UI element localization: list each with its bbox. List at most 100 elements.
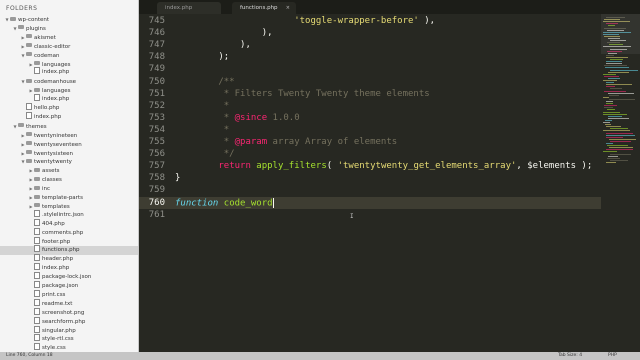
minimap-viewport[interactable]: [601, 14, 640, 54]
code-line[interactable]: );: [175, 52, 229, 62]
tab-size[interactable]: Tab Size: 4: [558, 352, 582, 360]
file-item[interactable]: index.php: [0, 111, 138, 122]
folder-item[interactable]: ▼ plugins: [0, 24, 138, 33]
folder-item[interactable]: ▶ templates: [0, 202, 138, 211]
code-line[interactable]: }: [175, 173, 180, 183]
file-icon: [26, 111, 32, 119]
file-icon: [34, 254, 40, 262]
tree-item-label: classes: [42, 177, 62, 184]
tree-item-label: twentysixteen: [34, 150, 73, 157]
file-item[interactable]: comments.php: [0, 227, 138, 238]
file-item[interactable]: functions.php: [0, 245, 138, 256]
minimap-line: [610, 128, 628, 130]
folder-item[interactable]: ▶ inc: [0, 184, 138, 193]
file-item[interactable]: readme.txt: [0, 298, 138, 309]
minimap-line: [606, 143, 613, 144]
file-item[interactable]: .stylelintrc.json: [0, 209, 138, 220]
folder-icon: [18, 123, 24, 128]
code-line[interactable]: *: [175, 125, 229, 135]
tree-item-label: index.php: [42, 96, 70, 103]
code-line[interactable]: * @param array Array of elements: [175, 137, 397, 147]
file-item[interactable]: package-lock.json: [0, 272, 138, 282]
tree-item-label: twentyseventeen: [34, 141, 82, 148]
code-token: array Array of elements: [267, 137, 398, 147]
code-line[interactable]: ),: [175, 40, 251, 50]
folder-item[interactable]: ▶ twentyseventeen: [0, 140, 138, 149]
tab-index-php[interactable]: index.php: [157, 2, 221, 14]
file-item[interactable]: header.php: [0, 254, 138, 264]
code-line[interactable]: */: [175, 149, 235, 159]
file-item[interactable]: footer.php: [0, 236, 138, 247]
minimap-line: [609, 98, 635, 100]
code-line[interactable]: * Filters Twenty Twenty theme elements: [175, 89, 430, 99]
file-item[interactable]: searchform.php: [0, 316, 138, 327]
file-icon: [34, 94, 40, 102]
file-item[interactable]: package.json: [0, 281, 138, 291]
file-item[interactable]: index.php: [0, 263, 138, 273]
folder-item[interactable]: ▶ languages: [0, 60, 138, 69]
code-editor[interactable]: 745 746 747 748 749 750 751 752 753 754 755 756 757 7…: [139, 14, 601, 352]
folder-icon: [26, 141, 32, 146]
folder-item[interactable]: ▶ twentysixteen: [0, 149, 138, 158]
tree-item-label: inc: [42, 186, 51, 193]
file-item[interactable]: hello.php: [0, 103, 138, 113]
tab-functions-php[interactable]: functions.php ×: [232, 2, 296, 14]
folder-item[interactable]: ▼ codemanhouse: [0, 77, 138, 86]
folder-icon: [34, 203, 40, 208]
file-item[interactable]: singular.php: [0, 325, 138, 336]
folder-item[interactable]: ▶ template-parts: [0, 193, 138, 202]
minimap-line: [606, 149, 633, 151]
minimap-line: [603, 130, 630, 132]
line-number: 757: [148, 161, 165, 172]
code-line[interactable]: return apply_filters( 'twentytwenty_get_…: [175, 161, 592, 171]
code-line[interactable]: 'toggle-wrapper-before' ),: [175, 16, 435, 26]
folder-icon: [34, 194, 40, 199]
syntax-selector[interactable]: PHP: [608, 352, 617, 360]
code-line[interactable]: function code_word: [175, 197, 274, 208]
file-icon: [34, 343, 40, 351]
file-item[interactable]: print.css: [0, 289, 138, 300]
folder-item[interactable]: ▶ classes: [0, 175, 138, 184]
minimap-line: [604, 107, 613, 109]
line-number: 751: [148, 88, 165, 99]
folder-item[interactable]: ▼ themes: [0, 122, 138, 131]
line-number: 747: [148, 40, 165, 51]
folder-item[interactable]: ▶ akismet: [0, 33, 138, 42]
minimap-line: [609, 138, 636, 140]
minimap-line: [606, 56, 628, 58]
folder-icon: [34, 185, 40, 190]
tree-item-label: index.php: [42, 265, 70, 272]
code-line[interactable]: * @since 1.0.0: [175, 113, 300, 123]
folder-item[interactable]: ▶ languages: [0, 86, 138, 95]
file-item[interactable]: 404.php: [0, 218, 138, 229]
close-icon[interactable]: ×: [286, 2, 290, 14]
file-item[interactable]: index.php: [0, 67, 138, 77]
folder-item[interactable]: ▶ classic-editor: [0, 42, 138, 51]
minimap-line: [606, 61, 622, 63]
code-token: return: [218, 161, 251, 172]
file-item[interactable]: index.php: [0, 94, 138, 104]
file-item[interactable]: style.css: [0, 343, 138, 352]
tree-item-label: classic-editor: [34, 43, 71, 50]
folder-item[interactable]: ▼ twentytwenty: [0, 157, 138, 166]
minimap[interactable]: [601, 14, 640, 352]
file-item[interactable]: screenshot.png: [0, 307, 138, 318]
code-line[interactable]: ),: [175, 28, 273, 38]
folder-icon: [10, 16, 16, 21]
code-token: , $elements );: [516, 161, 593, 172]
file-icon: [34, 245, 40, 253]
code-line[interactable]: /**: [175, 77, 234, 87]
folder-item[interactable]: ▼ codeman: [0, 51, 138, 60]
file-icon: [34, 263, 40, 271]
folder-item[interactable]: ▶ twentynineteen: [0, 131, 138, 140]
folder-item[interactable]: ▼ wp-content: [0, 15, 138, 24]
file-icon: [34, 307, 40, 315]
file-item[interactable]: style-rtl.css: [0, 334, 138, 344]
minimap-line: [608, 92, 634, 94]
folder-item[interactable]: ▶ assets: [0, 166, 138, 175]
minimap-line: [610, 69, 638, 71]
code-line[interactable]: *: [175, 101, 229, 111]
tree-item-label: templates: [42, 203, 70, 210]
minimap-line: [606, 82, 614, 84]
